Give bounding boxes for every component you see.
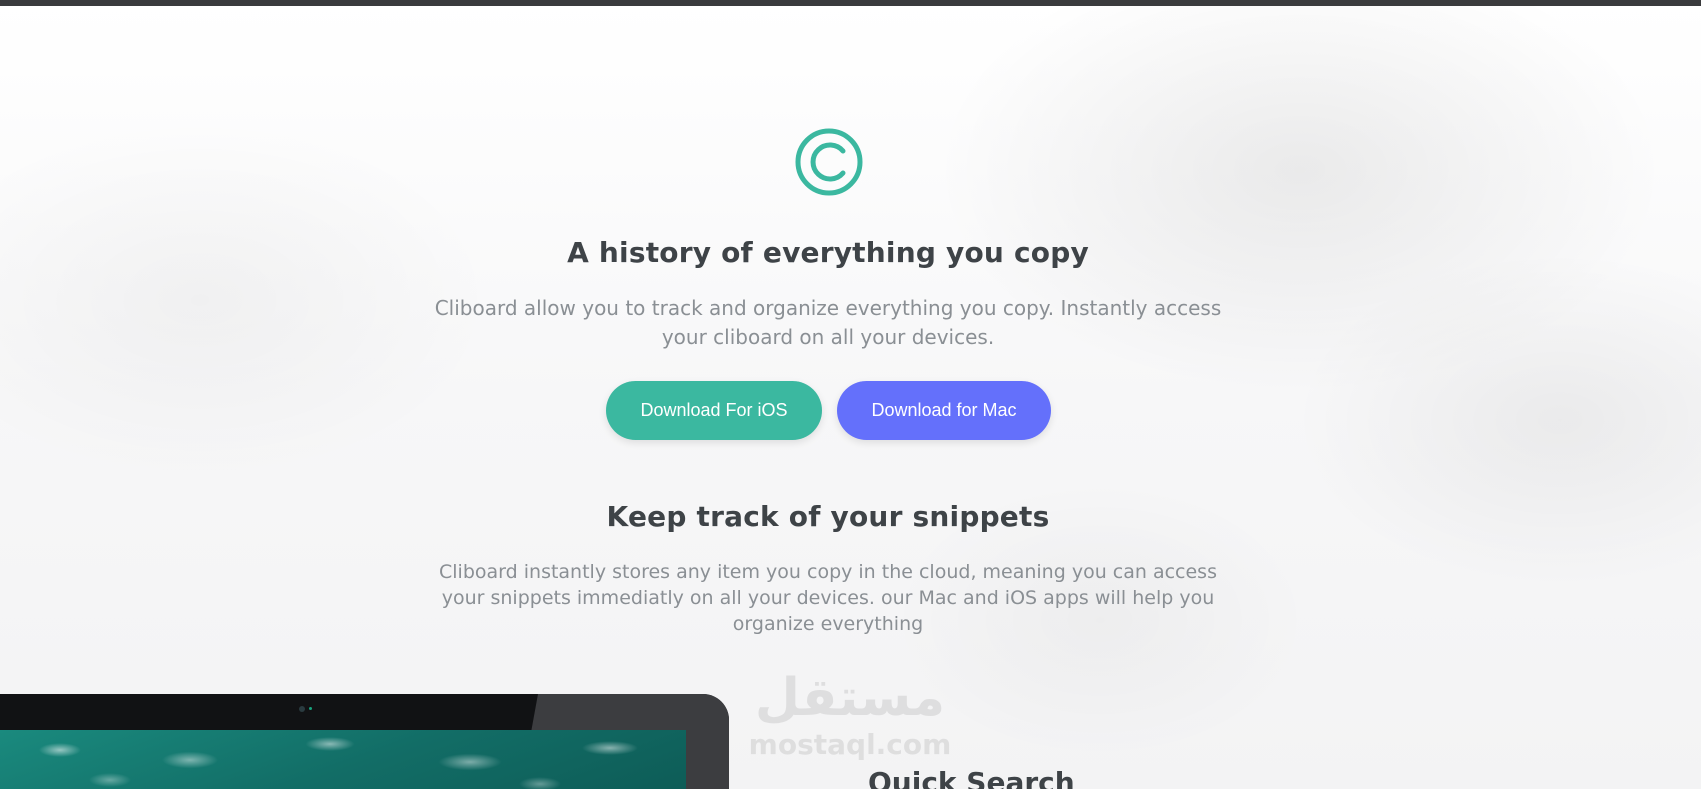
download-mac-button[interactable]: Download for Mac (837, 381, 1051, 440)
watermark-arabic-text: مستقل (754, 668, 946, 728)
snippets-title: Keep track of your snippets (606, 500, 1050, 533)
laptop-screen-ocean-image (0, 730, 686, 789)
watermark-latin-text: mostaql.com (748, 728, 952, 761)
snippets-description: Cliboard instantly stores any item you c… (0, 559, 1656, 637)
quick-search-title: Quick Search (868, 766, 1075, 789)
watermark-logo: مستقل mostaql.com (745, 668, 955, 768)
copyright-logo-icon (795, 128, 863, 196)
top-bar (0, 0, 1701, 6)
laptop-camera-led (309, 707, 312, 710)
download-ios-button[interactable]: Download For iOS (606, 381, 822, 440)
hero-description: Cliboard allow you to track and organize… (0, 294, 1656, 352)
snippets-description-text: Cliboard instantly stores any item you c… (439, 561, 1217, 635)
laptop-camera-icon (299, 706, 305, 712)
laptop-mockup (0, 694, 729, 789)
hero-title: A history of everything you copy (567, 236, 1089, 269)
hero-description-text: Cliboard allow you to track and organize… (434, 296, 1222, 349)
